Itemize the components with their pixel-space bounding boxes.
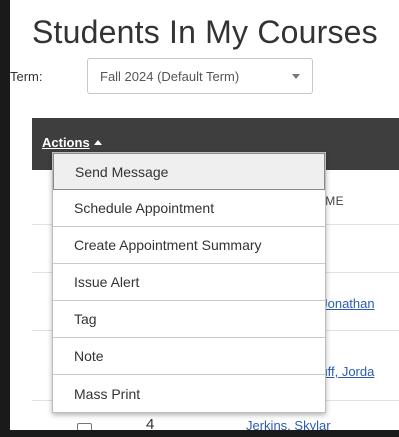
term-select[interactable]: Fall 2024 (Default Term): [87, 58, 313, 94]
menu-item-issue-alert[interactable]: Issue Alert: [53, 264, 325, 301]
menu-item-tag[interactable]: Tag: [53, 301, 325, 338]
actions-menu-button[interactable]: Actions: [42, 135, 102, 150]
student-name-link[interactable]: Jerkins, Skylar: [246, 418, 331, 430]
actions-label: Actions: [42, 135, 90, 150]
app-frame: Students In My Courses Term: Fall 2024 (…: [10, 0, 399, 430]
row-checkbox[interactable]: [77, 423, 92, 430]
term-select-value: Fall 2024 (Default Term): [100, 68, 240, 84]
menu-item-create-appointment-summary[interactable]: Create Appointment Summary: [53, 227, 325, 264]
menu-item-send-message[interactable]: Send Message: [53, 153, 325, 190]
actions-dropdown-menu: Send Message Schedule Appointment Create…: [52, 152, 326, 413]
menu-item-schedule-appointment[interactable]: Schedule Appointment: [53, 190, 325, 227]
menu-item-note[interactable]: Note: [53, 338, 325, 375]
page-title: Students In My Courses: [32, 14, 378, 50]
menu-item-mass-print[interactable]: Mass Print: [53, 375, 325, 412]
chevron-down-icon: [292, 74, 300, 79]
caret-up-icon: [93, 140, 102, 145]
term-label: Term:: [10, 69, 43, 84]
row-number: 4: [146, 416, 155, 430]
